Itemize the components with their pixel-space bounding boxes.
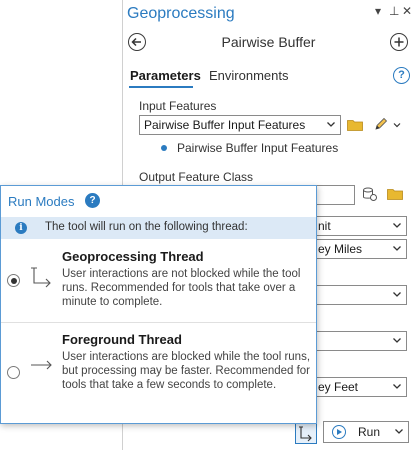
folder-icon[interactable] [347, 119, 363, 131]
run-modes-popup: Run Modes ? i The tool will run on the f… [0, 185, 317, 424]
active-tab-indicator [129, 86, 193, 88]
radio-geoprocessing-thread[interactable] [7, 274, 20, 287]
info-icon: i [15, 222, 27, 234]
run-button[interactable]: Run [323, 421, 409, 443]
max-offset-unit-dropdown[interactable]: ey Feet [313, 377, 407, 397]
distance-unit-dropdown[interactable]: nit [313, 216, 407, 236]
option-geoprocessing-thread[interactable]: Geoprocessing Thread User interactions a… [1, 242, 316, 322]
option-title: Foreground Thread [62, 332, 182, 347]
run-mode-button[interactable] [295, 422, 317, 444]
chevron-down-icon [393, 338, 401, 343]
info-text: The tool will run on the following threa… [45, 221, 248, 233]
tab-environments[interactable]: Environments [209, 68, 288, 83]
pencil-icon[interactable] [373, 116, 389, 132]
divider [1, 322, 316, 323]
play-icon [332, 425, 346, 439]
run-button-label: Run [358, 425, 381, 439]
popup-title: Run Modes [8, 194, 75, 209]
database-browse-icon[interactable] [362, 186, 378, 202]
chevron-down-icon [393, 292, 401, 297]
list-item-bullet [161, 145, 167, 151]
input-features-list-item: Pairwise Buffer Input Features [177, 141, 339, 155]
pane-title: Geoprocessing [127, 5, 235, 22]
help-icon[interactable]: ? [85, 193, 100, 208]
input-features-value: Pairwise Buffer Input Features [144, 118, 306, 132]
chevron-down-icon [327, 122, 335, 127]
method-dropdown[interactable] [313, 285, 407, 305]
distance-unit-value: nit [318, 219, 331, 233]
option-description: User interactions are not blocked while … [62, 268, 301, 308]
add-icon[interactable] [390, 33, 408, 51]
option-foreground-thread[interactable]: Foreground Thread User interactions are … [1, 324, 316, 424]
max-offset-unit-value: ey Feet [318, 380, 359, 394]
tool-title: Pairwise Buffer [221, 34, 316, 50]
chevron-down-icon[interactable] [394, 426, 404, 436]
input-features-dropdown[interactable]: Pairwise Buffer Input Features [139, 115, 341, 135]
chevron-down-icon [393, 223, 401, 228]
linear-unit-dropdown[interactable]: ey Miles [313, 239, 407, 259]
pin-icon[interactable]: ⊥ [389, 4, 399, 18]
input-features-label: Input Features [139, 99, 217, 113]
output-feature-class-input[interactable] [313, 185, 355, 205]
folder-icon[interactable] [387, 188, 403, 200]
geoprocessing-thread-icon [31, 267, 51, 288]
foreground-thread-icon [31, 360, 52, 370]
output-feature-class-label: Output Feature Class [139, 170, 254, 184]
tab-parameters[interactable]: Parameters [130, 68, 201, 83]
linear-unit-value: ey Miles [318, 242, 363, 256]
radio-foreground-thread[interactable] [7, 366, 20, 379]
help-icon[interactable]: ? [393, 67, 410, 84]
thread-mode-icon [299, 426, 312, 442]
chevron-down-icon[interactable] [393, 121, 401, 129]
chevron-down-icon [393, 246, 401, 251]
chevron-down-icon [393, 384, 401, 389]
info-bar: i The tool will run on the following thr… [1, 217, 316, 239]
option-title: Geoprocessing Thread [62, 249, 204, 264]
dissolve-type-dropdown[interactable] [313, 331, 407, 351]
option-description: User interactions are blocked while the … [62, 351, 311, 391]
pane-options-dropdown[interactable]: ▾ [375, 4, 381, 18]
close-icon[interactable]: ✕ [402, 4, 412, 18]
